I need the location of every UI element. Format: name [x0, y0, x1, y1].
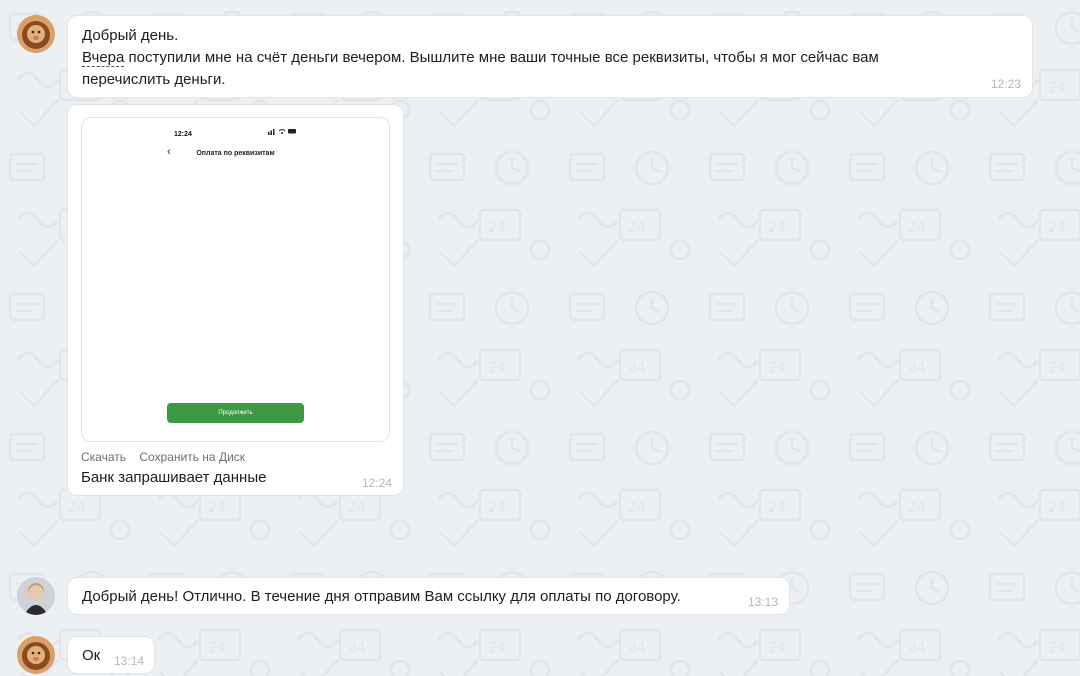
- message-bubble-attachment: 12:24 ‹ Оплата по реквизитам Продолжить …: [67, 104, 404, 496]
- message-time: 13:13: [748, 595, 779, 609]
- message-line-rest: поступили мне на счёт деньги вечером. Вы…: [124, 49, 879, 66]
- message-time: 13:14: [114, 654, 145, 668]
- download-link[interactable]: Скачать: [81, 450, 126, 464]
- message-line: Вчера поступили мне на счёт деньги вечер…: [82, 47, 982, 69]
- message-line: Добрый день.: [82, 27, 179, 44]
- avatar-customer[interactable]: [17, 636, 55, 674]
- phone-status-icons: [268, 123, 298, 145]
- message-bubble: Ок 13:14: [67, 636, 155, 674]
- phone-continue-button: Продолжить: [167, 403, 304, 423]
- file-actions: Скачать Сохранить на Диск: [81, 446, 255, 468]
- phone-screen-title: Оплата по реквизитам: [196, 150, 275, 157]
- save-to-disk-link[interactable]: Сохранить на Диск: [139, 450, 245, 464]
- screenshot-attachment[interactable]: 12:24 ‹ Оплата по реквизитам Продолжить: [81, 117, 390, 442]
- message-time: 12:23: [991, 77, 1022, 91]
- message-text: Добрый день. Вчера поступили мне на счёт…: [82, 25, 982, 91]
- avatar-operator[interactable]: [17, 577, 55, 615]
- message-text: Ок: [82, 647, 101, 664]
- message-word-link[interactable]: Вчера: [82, 49, 125, 67]
- message-text: Добрый день! Отлично. В течение дня отпр…: [82, 588, 681, 605]
- message-bubble: Добрый день. Вчера поступили мне на счёт…: [67, 15, 1033, 98]
- message-line: перечислить деньги.: [82, 71, 226, 88]
- message-bubble: Добрый день! Отлично. В течение дня отпр…: [67, 577, 790, 615]
- avatar-customer[interactable]: [17, 15, 55, 53]
- attachment-caption: Банк запрашивает данные: [81, 469, 267, 486]
- message-time: 12:24: [362, 476, 393, 490]
